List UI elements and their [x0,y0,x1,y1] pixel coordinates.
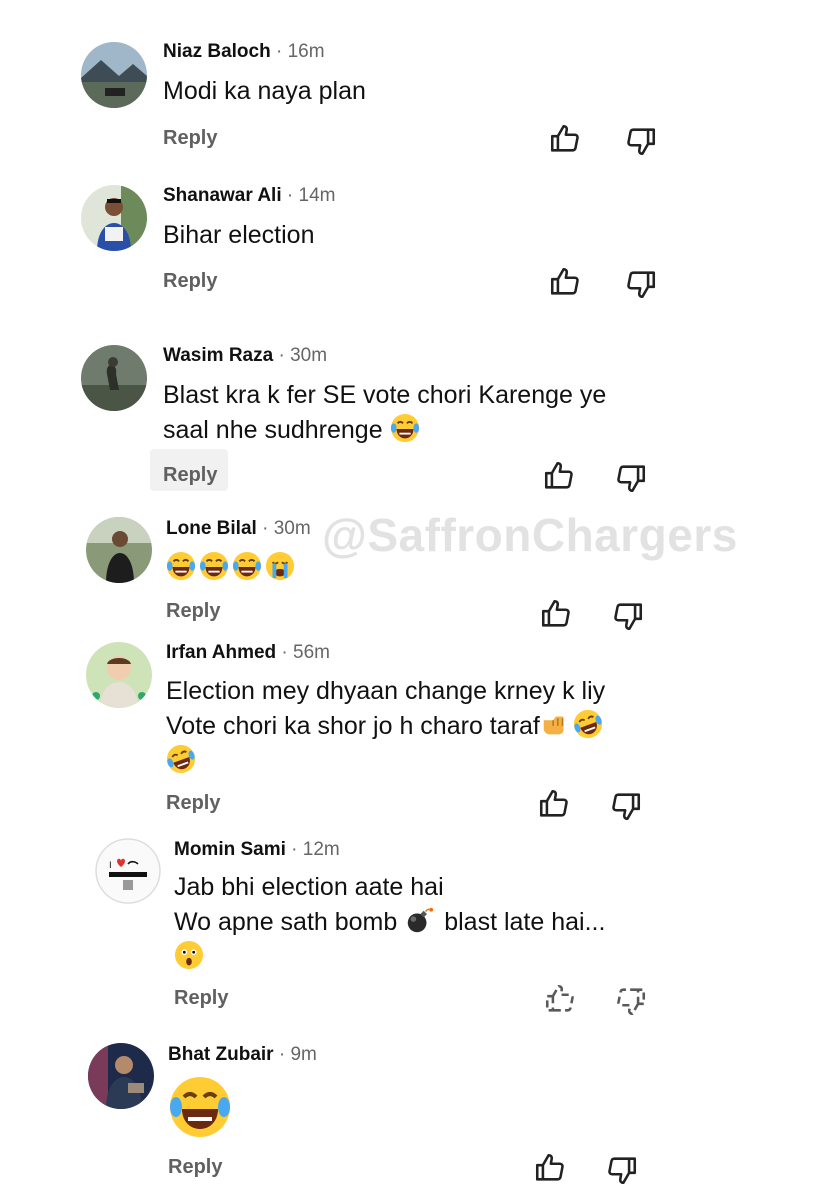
comment-meta: Niaz Baloch · 16m [163,41,325,62]
comment-meta: Bhat Zubair · 9m [168,1044,317,1065]
fist-bump-emoji [540,709,570,739]
avatar[interactable] [86,517,152,583]
reply-button[interactable]: Reply [168,1156,222,1179]
comment-text: Jab bhi election aate hai Wo apne sath b… [174,870,605,975]
avatar[interactable] [88,1043,154,1109]
comment-text: Modi ka naya plan [163,77,366,105]
author-name[interactable]: Shanawar Ali [163,185,282,206]
timestamp: 16m [287,41,325,62]
avatar[interactable] [81,185,147,251]
timestamp: 56m [293,642,330,663]
tears-of-joy-emoji [390,413,420,443]
comment-text: Bihar election [163,221,315,249]
reply-button[interactable]: Reply [166,600,220,623]
timestamp: 30m [290,345,328,366]
crying-face-emoji [265,551,295,581]
tears-of-joy-emoji [166,551,196,581]
like-icon[interactable] [542,459,576,493]
avatar[interactable]: I [95,838,161,904]
svg-text:I: I [109,861,112,871]
avatar[interactable] [81,345,147,411]
comment-meta: Momin Sami · 12m [174,839,340,860]
reply-button[interactable]: Reply [163,127,217,150]
comment-meta: Irfan Ahmed · 56m [166,642,330,663]
author-name[interactable]: Wasim Raza [163,345,273,366]
tears-of-joy-emoji [166,744,196,774]
like-icon[interactable] [539,597,573,631]
like-icon[interactable] [548,122,582,156]
comment-text: Blast kra k fer SE vote chori Karenge ye… [163,381,607,444]
author-name[interactable]: Lone Bilal [166,518,257,539]
like-icon[interactable] [537,787,571,821]
tears-of-joy-emoji [232,551,262,581]
comment-text [168,1075,235,1144]
timestamp: 30m [273,518,311,539]
watermark: @SaffronChargers [322,509,738,561]
author-name[interactable]: Momin Sami [174,839,286,860]
reply-button[interactable]: Reply [174,987,228,1010]
dislike-icon[interactable] [624,124,658,158]
dislike-icon[interactable] [605,1153,639,1187]
author-name[interactable]: Irfan Ahmed [166,642,276,663]
dislike-icon[interactable] [614,461,648,495]
comment-meta: Lone Bilal · 30m [166,518,311,539]
avatar[interactable] [86,642,152,708]
comment-meta: Wasim Raza · 30m [163,345,328,366]
dislike-icon[interactable] [614,984,648,1018]
author-name[interactable]: Bhat Zubair [168,1044,274,1065]
comment-text [166,551,298,586]
like-icon[interactable] [533,1151,567,1185]
bomb-emoji [404,905,434,935]
reply-button[interactable]: Reply [163,464,217,487]
like-icon[interactable] [543,982,577,1016]
comment-text: Election mey dhyaan change krney k liy V… [166,674,606,779]
avatar[interactable] [81,42,147,108]
dislike-icon[interactable] [609,789,643,823]
tears-of-joy-emoji [573,709,603,739]
timestamp: 9m [290,1044,317,1065]
comment-meta: Shanawar Ali · 14m [163,185,336,206]
author-name[interactable]: Niaz Baloch [163,41,271,62]
timestamp: 12m [302,839,340,860]
tears-of-joy-emoji [199,551,229,581]
dislike-icon[interactable] [624,267,658,301]
astonished-face-emoji [174,940,204,970]
reply-button[interactable]: Reply [163,270,217,293]
like-icon[interactable] [548,265,582,299]
dislike-icon[interactable] [611,599,645,633]
reply-button[interactable]: Reply [166,792,220,815]
timestamp: 14m [298,185,336,206]
tears-of-joy-emoji [168,1075,232,1139]
